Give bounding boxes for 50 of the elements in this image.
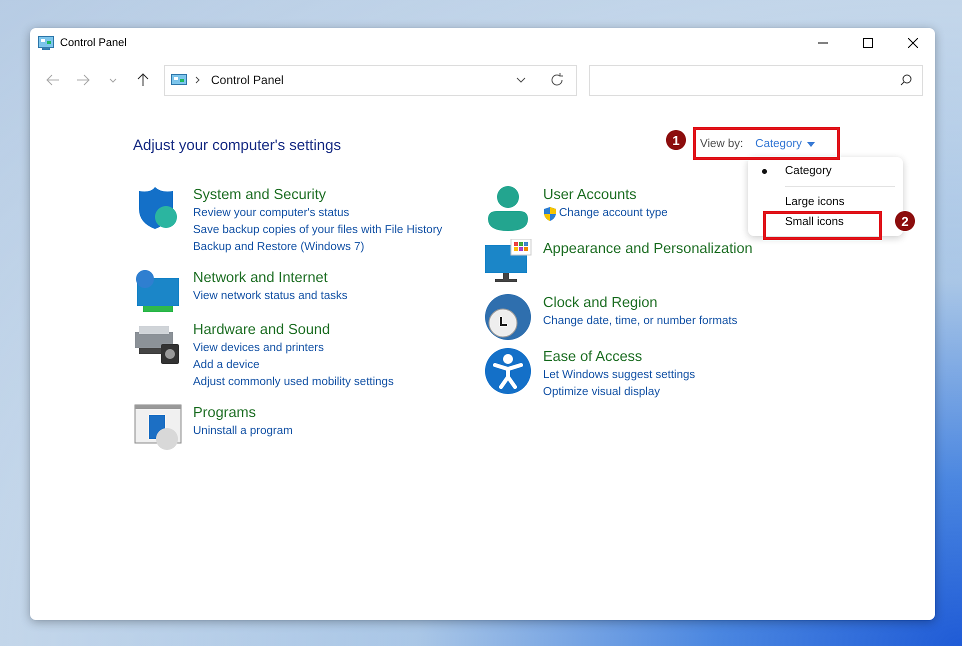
- task-link[interactable]: View network status and tasks: [193, 288, 348, 305]
- category-link[interactable]: Network and Internet: [193, 268, 348, 288]
- task-link[interactable]: Change date, time, or number formats: [543, 313, 738, 330]
- category-link[interactable]: Clock and Region: [543, 293, 738, 313]
- maximize-icon: [862, 38, 872, 48]
- page-heading: Adjust your computer's settings: [133, 137, 341, 154]
- task-link[interactable]: Backup and Restore (Windows 7): [193, 239, 364, 256]
- menu-item[interactable]: Small icons: [748, 212, 855, 232]
- shield-icon: [543, 206, 557, 220]
- task-link[interactable]: Change account type: [559, 205, 668, 222]
- category-link[interactable]: Ease of Access: [543, 347, 696, 367]
- up-arrow-icon: [137, 73, 149, 87]
- menu-item[interactable]: Category: [748, 161, 855, 181]
- globe-clock-icon: [483, 293, 533, 341]
- category-link[interactable]: User Accounts: [543, 185, 668, 205]
- address-path: Control Panel: [211, 73, 285, 87]
- step-marker: 1: [666, 130, 686, 150]
- task-link[interactable]: Let Windows suggest settings: [543, 367, 696, 384]
- task-link[interactable]: Add a device: [193, 357, 260, 374]
- task-link[interactable]: Save backup copies of your files with File History: [193, 222, 442, 239]
- task-link[interactable]: Optimize visual display: [543, 384, 660, 401]
- category-link[interactable]: Appearance and Personalization: [543, 239, 753, 259]
- search-icon: [900, 74, 912, 86]
- close-icon: [908, 38, 918, 48]
- bullet-icon: [762, 169, 767, 174]
- control-panel-icon: [38, 36, 54, 50]
- category-link[interactable]: System and Security: [193, 185, 442, 205]
- step-marker: 2: [895, 211, 915, 231]
- programs-window-icon: [133, 403, 183, 451]
- control-panel-icon: [171, 74, 187, 86]
- task-link[interactable]: Uninstall a program: [193, 423, 293, 440]
- task-link[interactable]: View devices and printers: [193, 340, 324, 357]
- address-bar[interactable]: Control Panel: [164, 64, 577, 96]
- task-link[interactable]: Review your computer's status: [193, 205, 350, 222]
- dropdown-caret-icon[interactable]: [516, 77, 526, 83]
- forward-arrow-icon: [76, 74, 90, 86]
- caret-icon: [806, 142, 815, 146]
- refresh-icon[interactable]: [550, 73, 564, 87]
- chevron-icon: [195, 76, 201, 84]
- view-by-label: View by:: [700, 138, 744, 150]
- accessibility-icon: [483, 347, 533, 395]
- menu-item[interactable]: Large icons: [748, 192, 855, 212]
- category-link[interactable]: Hardware and Sound: [193, 320, 394, 340]
- chevron-down-icon: [109, 78, 117, 82]
- back-arrow-icon: [46, 74, 60, 86]
- view-by-dropdown[interactable]: Category: [755, 138, 815, 150]
- category-link[interactable]: Programs: [193, 403, 293, 423]
- window-title: Control Panel: [60, 37, 128, 49]
- task-link[interactable]: Adjust commonly used mobility settings: [193, 374, 394, 391]
- search-field[interactable]: [589, 64, 923, 96]
